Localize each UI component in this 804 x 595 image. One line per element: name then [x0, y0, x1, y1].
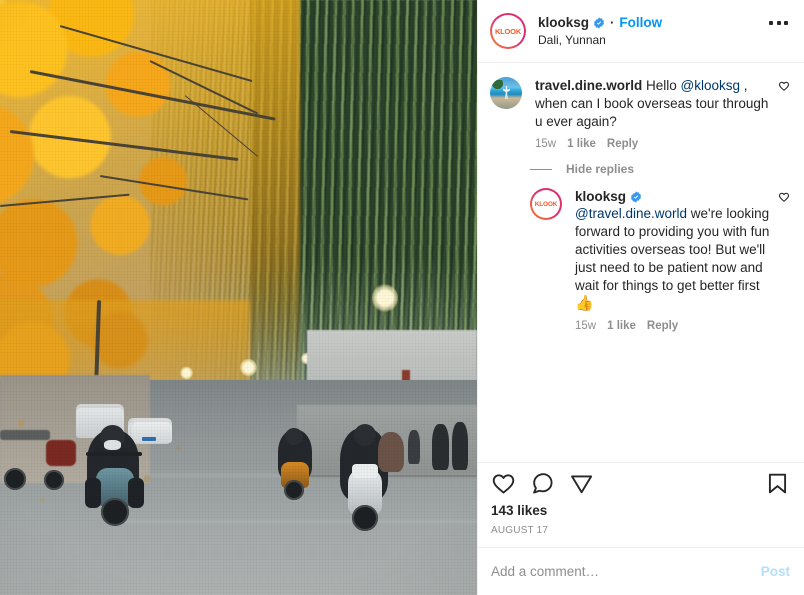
author-username[interactable]: klooksg [538, 14, 589, 31]
instagram-post: KLOOK klooksg · Follow Dali, Yunnan trav… [0, 0, 804, 595]
verified-badge-icon [594, 16, 605, 29]
reply-body: klooksg @travel.dine.world we're looking… [575, 188, 778, 332]
comment-body: travel.dine.world Hello @klooksg , when … [535, 77, 778, 150]
share-paperplane-icon[interactable] [569, 471, 594, 496]
reply-timestamp: 15w [575, 320, 597, 332]
reply-reply-button[interactable]: Reply [647, 320, 678, 332]
dot [769, 21, 773, 25]
reply-author-avatar[interactable]: KLOOK [530, 188, 562, 220]
reply-mention[interactable]: @travel.dine.world [575, 206, 687, 221]
like-heart-icon[interactable] [491, 471, 516, 496]
header-separator: · [610, 15, 615, 30]
comment-text: travel.dine.world Hello @klooksg , when … [535, 77, 778, 131]
reply-meta: 15w 1 like Reply [575, 320, 778, 332]
person-silhouette [503, 86, 510, 99]
reply-likes-count[interactable]: 1 like [607, 320, 636, 332]
thumbs-up-emoji: 👍 [575, 295, 594, 312]
save-bookmark-icon[interactable] [765, 471, 790, 496]
comment-reply-button[interactable]: Reply [607, 138, 638, 150]
reply-like-icon[interactable] [778, 191, 790, 203]
toggle-replies-label: Hide replies [566, 162, 635, 176]
post-photo[interactable] [0, 0, 477, 595]
comment-like-icon[interactable] [778, 80, 790, 92]
action-icon-row [491, 471, 790, 496]
post-comment-button[interactable]: Post [761, 564, 790, 579]
header-text: klooksg · Follow Dali, Yunnan [538, 14, 767, 48]
avatar-inner-border: KLOOK [532, 190, 560, 218]
palm-tree-shape [492, 80, 503, 92]
comment-likes-count[interactable]: 1 like [567, 138, 596, 150]
comment-mention[interactable]: @klooksg [681, 78, 740, 93]
post-location[interactable]: Dali, Yunnan [538, 32, 767, 48]
commenter-avatar[interactable] [490, 77, 522, 109]
post-date: AUGUST 17 [491, 525, 549, 536]
comment-meta: 15w 1 like Reply [535, 138, 778, 150]
photo-vignette [0, 0, 477, 595]
divider-line [530, 168, 552, 170]
author-avatar[interactable]: KLOOK [490, 13, 526, 49]
add-comment-bar: Post [478, 547, 804, 595]
comment-input[interactable] [491, 564, 761, 579]
reply-item: KLOOK klooksg @travel.dine.world we're l… [530, 188, 790, 332]
comment-bubble-icon[interactable] [530, 471, 555, 496]
avatar-inner-border: KLOOK [492, 15, 524, 47]
comment-text-segment: Hello [642, 78, 681, 93]
comment-item: travel.dine.world Hello @klooksg , when … [490, 77, 790, 150]
follow-button[interactable]: Follow [619, 15, 662, 30]
likes-count[interactable]: 143 likes [491, 503, 790, 518]
dot [784, 21, 788, 25]
comment-author[interactable]: travel.dine.world [535, 78, 642, 93]
more-options-button[interactable] [767, 15, 790, 31]
reply-author[interactable]: klooksg [575, 188, 626, 205]
dot [776, 21, 781, 25]
replies-list: KLOOK klooksg @travel.dine.world we're l… [530, 188, 790, 332]
toggle-replies-button[interactable]: Hide replies [530, 162, 790, 176]
comments-list[interactable]: travel.dine.world Hello @klooksg , when … [478, 63, 804, 462]
post-sidebar: KLOOK klooksg · Follow Dali, Yunnan trav… [477, 0, 804, 595]
klook-logo: KLOOK [493, 16, 523, 46]
comment-timestamp: 15w [535, 138, 557, 150]
header-username-row: klooksg · Follow [538, 14, 767, 31]
klook-logo: KLOOK [533, 191, 559, 217]
post-header: KLOOK klooksg · Follow Dali, Yunnan [478, 0, 804, 63]
post-actions: 143 likes AUGUST 17 [478, 462, 804, 547]
verified-badge-icon [631, 190, 642, 203]
reply-author-row: klooksg [575, 188, 778, 205]
reply-text: @travel.dine.world we're looking forward… [575, 205, 778, 313]
